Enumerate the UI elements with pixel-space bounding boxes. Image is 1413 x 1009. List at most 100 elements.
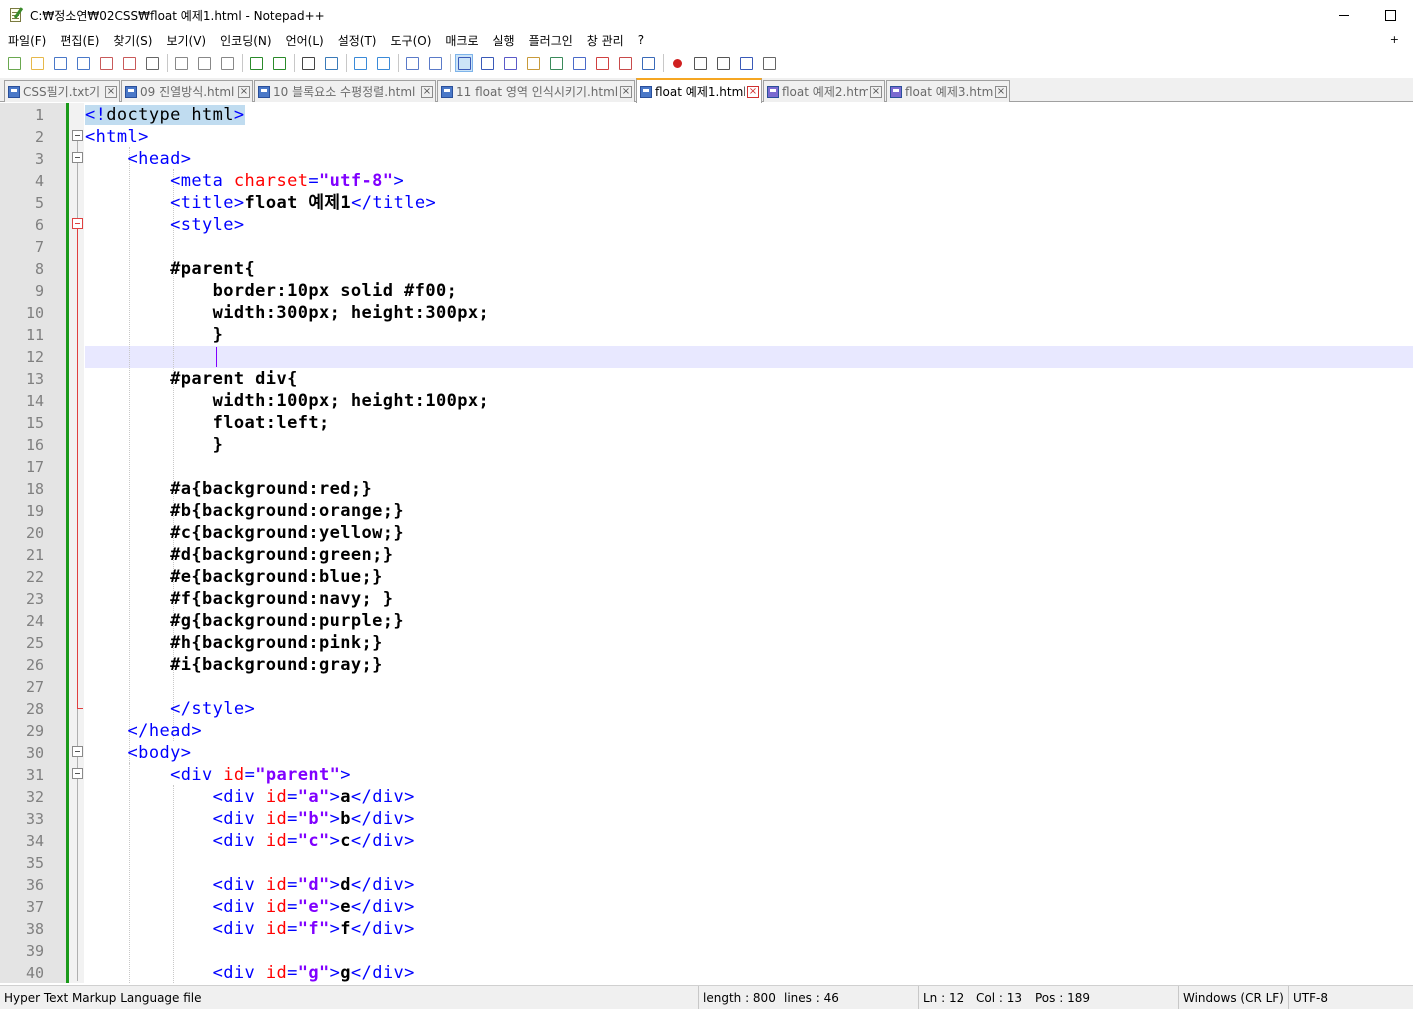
function-list-icon[interactable] [570, 54, 588, 72]
close-tab-icon[interactable]: × [870, 85, 882, 98]
close-tab-icon[interactable]: × [620, 85, 632, 98]
code-line: </style> [85, 698, 255, 720]
menu-tools[interactable]: 도구(O) [384, 32, 439, 49]
code-line: } [85, 324, 223, 346]
line-number: 6 [34, 216, 44, 234]
close-tab-icon[interactable]: × [238, 85, 250, 98]
status-eol[interactable]: Windows (CR LF) [1178, 986, 1286, 1009]
find-icon[interactable] [299, 54, 317, 72]
menu-help[interactable]: ? [631, 33, 651, 47]
menu-language[interactable]: 언어(L) [279, 32, 331, 49]
tab-09[interactable]: 09 진열방식.html × [121, 80, 253, 102]
tab-11[interactable]: 11 float 영역 인식시키기.html × [437, 80, 635, 102]
menu-edit[interactable]: 편집(E) [53, 32, 106, 49]
status-length: length : 800 [698, 986, 776, 1009]
menu-search[interactable]: 찾기(S) [106, 32, 159, 49]
tab-label: CSS필기.txt기 [23, 85, 101, 99]
fold-toggle-icon[interactable] [72, 746, 83, 757]
user-lang-icon[interactable] [524, 54, 542, 72]
menu-plugins[interactable]: 플러그인 [522, 32, 580, 49]
close-icon[interactable] [97, 54, 115, 72]
play-multiple-icon[interactable] [737, 54, 755, 72]
monitoring-icon[interactable] [639, 54, 657, 72]
play-macro-icon[interactable] [714, 54, 732, 72]
fold-toggle-icon[interactable] [72, 768, 83, 779]
close-tab-icon[interactable]: × [747, 85, 759, 98]
replace-icon[interactable] [322, 54, 340, 72]
copy-icon[interactable] [195, 54, 213, 72]
menu-encoding[interactable]: 인코딩(N) [213, 32, 278, 49]
tab-float-example2[interactable]: float 예제2.html × [763, 80, 885, 102]
close-tab-icon[interactable]: × [105, 85, 117, 98]
close-all-icon[interactable] [120, 54, 138, 72]
code-token: #b{background:orange;} [170, 501, 405, 521]
tab-css-notes[interactable]: CSS필기.txt기 × [4, 80, 120, 102]
tab-10[interactable]: 10 블록요소 수평정렬.html × [254, 80, 436, 102]
maximize-button[interactable] [1367, 0, 1413, 30]
menu-run[interactable]: 실행 [486, 32, 522, 49]
undo-icon[interactable] [247, 54, 265, 72]
print-icon[interactable] [143, 54, 161, 72]
fold-toggle-icon[interactable] [72, 152, 83, 163]
code-token: id [265, 787, 288, 807]
add-tab-plus-button[interactable]: + [1390, 33, 1399, 46]
redo-icon[interactable] [270, 54, 288, 72]
sync-vertical-icon[interactable] [403, 54, 421, 72]
doc-map-icon[interactable] [547, 54, 565, 72]
new-file-icon[interactable] [5, 54, 23, 72]
code-token: "d" [297, 875, 330, 895]
save-macro-icon[interactable] [760, 54, 778, 72]
open-file-icon[interactable] [28, 54, 46, 72]
window-title: C:₩정소연₩02CSS₩float 예제1.html - Notepad++ [30, 8, 325, 23]
save-all-icon[interactable] [74, 54, 92, 72]
word-wrap-icon[interactable] [455, 54, 473, 72]
menu-macro[interactable]: 매크로 [438, 32, 485, 49]
code-token: > [329, 875, 341, 895]
close-tab-icon[interactable]: × [995, 85, 1007, 98]
tab-float-example1[interactable]: float 예제1.html × [636, 78, 762, 103]
doc-switcher-icon[interactable] [616, 54, 634, 72]
code-line: <head> [85, 148, 191, 170]
code-token: #h{background:pink;} [170, 633, 383, 653]
close-tab-icon[interactable]: × [421, 85, 433, 98]
code-editor[interactable]: 1 <!doctype html> 2 <html> 3 <head> 4 <meta c… [0, 103, 1413, 983]
save-icon[interactable] [51, 54, 69, 72]
code-line: #a{background:red;} [85, 478, 372, 500]
code-token: float 예제1 [244, 193, 352, 213]
cut-icon[interactable] [172, 54, 190, 72]
toolbar-separator [346, 54, 347, 72]
line-number: 29 [25, 722, 44, 740]
stop-record-icon[interactable] [691, 54, 709, 72]
indent-guide-icon[interactable] [501, 54, 519, 72]
menu-window[interactable]: 창 관리 [580, 32, 631, 49]
status-encoding[interactable]: UTF-8 [1288, 986, 1413, 1009]
menu-settings[interactable]: 설정(T) [331, 32, 384, 49]
code-line: width:300px; height:300px; [85, 302, 489, 324]
code-token: "g" [297, 963, 330, 983]
code-token: #g{background:purple;} [170, 611, 405, 631]
menu-view[interactable]: 보기(V) [159, 32, 213, 49]
line-number: 24 [25, 612, 44, 630]
sync-horizontal-icon[interactable] [426, 54, 444, 72]
code-line: width:100px; height:100px; [85, 390, 489, 412]
show-all-chars-icon[interactable] [478, 54, 496, 72]
record-macro-icon[interactable] [668, 54, 686, 72]
toolbar-separator [294, 54, 295, 72]
zoom-out-icon[interactable] [374, 54, 392, 72]
folder-workspace-icon[interactable] [593, 54, 611, 72]
menu-file[interactable]: 파일(F) [0, 32, 53, 49]
paste-icon[interactable] [218, 54, 236, 72]
notepad-app-icon[interactable] [8, 7, 24, 23]
zoom-in-icon[interactable] [351, 54, 369, 72]
tab-float-example3[interactable]: float 예제3.html × [886, 80, 1010, 102]
code-token: = [287, 897, 298, 917]
code-line: #i{background:gray;} [85, 654, 383, 676]
fold-toggle-icon[interactable] [72, 130, 83, 141]
code-token: "utf-8" [319, 171, 394, 191]
menu-bar: 파일(F) 편집(E) 찾기(S) 보기(V) 인코딩(N) 언어(L) 설정(… [0, 30, 1413, 50]
minimize-button[interactable] [1321, 0, 1367, 30]
fold-toggle-icon[interactable] [72, 218, 83, 229]
